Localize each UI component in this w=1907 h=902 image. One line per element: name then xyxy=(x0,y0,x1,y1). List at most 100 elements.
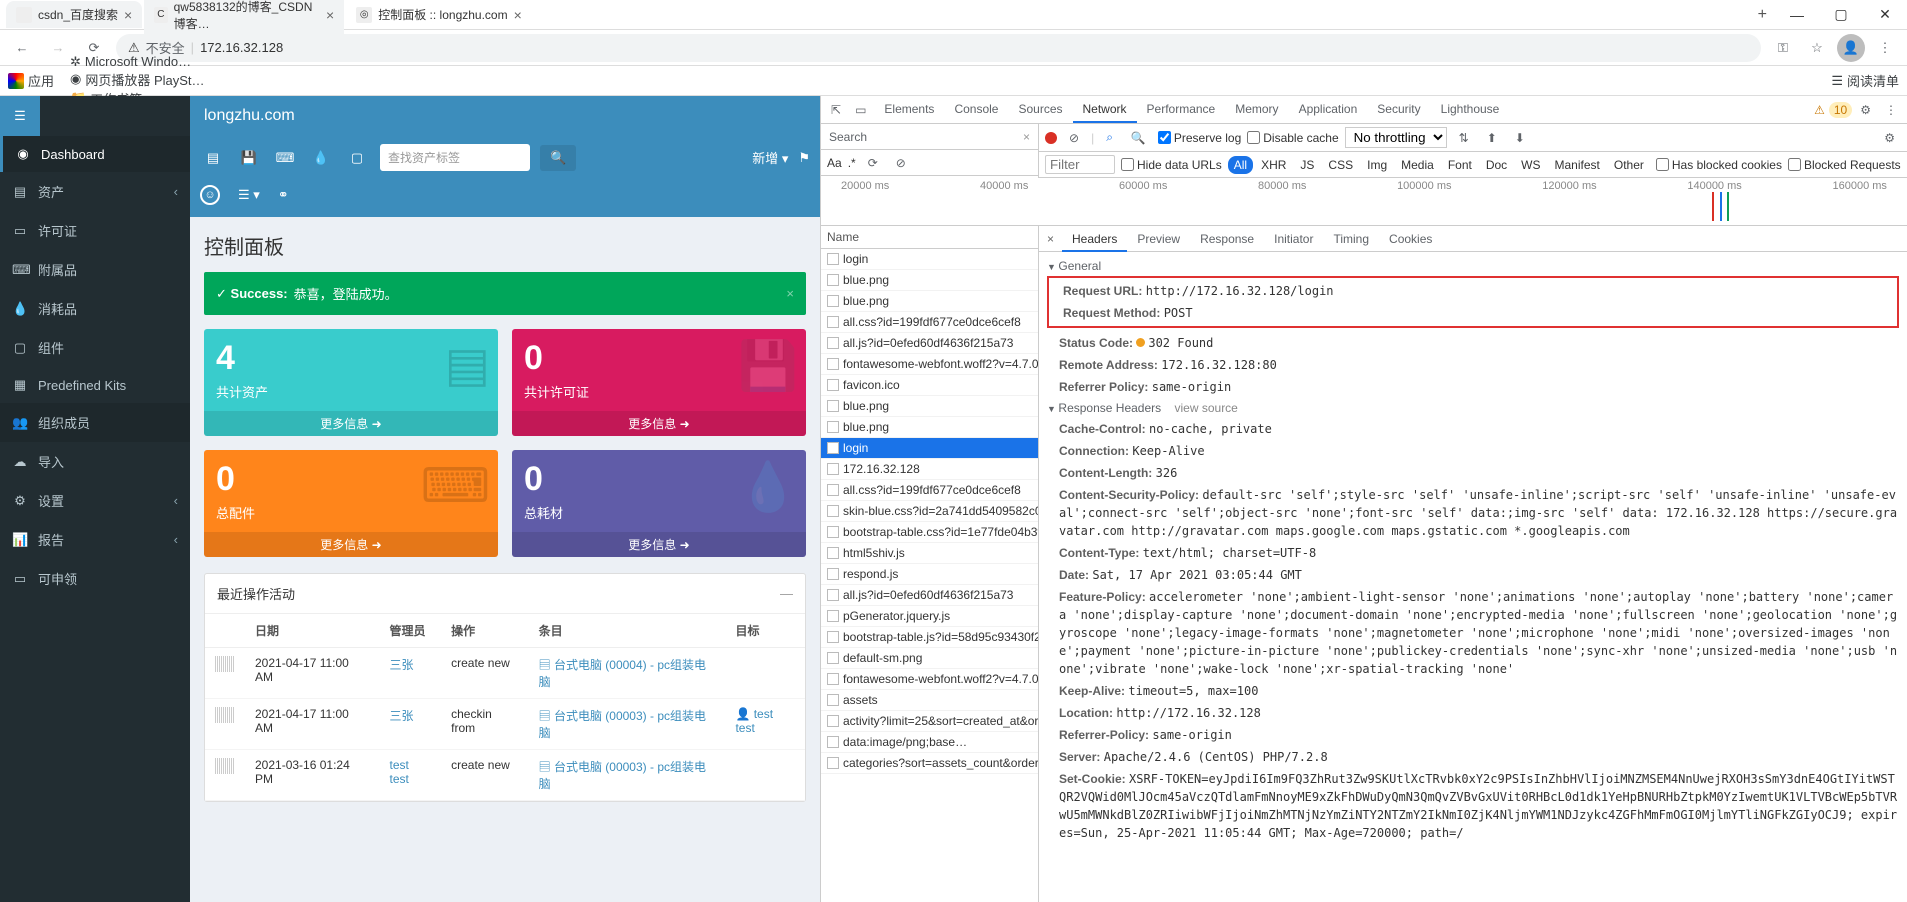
clear-button[interactable]: ⊘ xyxy=(1063,127,1085,149)
request-row[interactable]: skin-blue.css?id=2a741dd5409582c0af89 xyxy=(821,501,1038,522)
browser-tab[interactable]: csdn_百度搜索× xyxy=(6,1,142,28)
more-info-link[interactable]: 更多信息 ➜ xyxy=(204,532,498,557)
more-info-link[interactable]: 更多信息 ➜ xyxy=(512,532,806,557)
request-row[interactable]: login xyxy=(821,249,1038,270)
bookmark-item[interactable]: ◉ 网页播放器 PlaySt… xyxy=(70,70,205,89)
devtools-tab[interactable]: Application xyxy=(1289,97,1368,123)
filter-type[interactable]: JS xyxy=(1294,156,1320,174)
request-row[interactable]: 172.16.32.128 xyxy=(821,459,1038,480)
search-button[interactable]: 🔍 xyxy=(540,145,576,171)
request-row[interactable]: all.css?id=199fdf677ce0dce6cef8 xyxy=(821,480,1038,501)
admin-link[interactable]: test test xyxy=(390,758,409,786)
request-row[interactable]: all.css?id=199fdf677ce0dce6cef8 xyxy=(821,312,1038,333)
sidebar-item[interactable]: ▢组件 xyxy=(0,328,190,367)
request-row[interactable]: blue.png xyxy=(821,291,1038,312)
devtools-tab[interactable]: Performance xyxy=(1137,97,1226,123)
key-icon[interactable]: ⚿ xyxy=(1769,34,1797,62)
sidebar-item[interactable]: ◉Dashboard xyxy=(0,136,190,172)
blocked-requests-check[interactable]: Blocked Requests xyxy=(1788,158,1901,172)
browser-tab[interactable]: ◎控制面板 :: longzhu.com× xyxy=(346,1,532,28)
detail-tab[interactable]: Initiator xyxy=(1264,228,1323,250)
request-row[interactable]: assets xyxy=(821,690,1038,711)
tab-close[interactable]: × xyxy=(124,7,132,23)
request-row[interactable]: favicon.ico xyxy=(821,375,1038,396)
request-row[interactable]: fontawesome-webfont.woff2?v=4.7.0 xyxy=(821,669,1038,690)
notification-icon[interactable]: ⚑ xyxy=(798,150,810,166)
filter-type[interactable]: WS xyxy=(1515,156,1546,174)
filter-input[interactable] xyxy=(1045,155,1115,174)
item-link[interactable]: ▤ 台式电脑 (00003) - pc组装电脑 xyxy=(539,760,706,791)
name-column-header[interactable]: Name xyxy=(821,226,1038,249)
request-row[interactable]: categories?sort=assets_count&order=asc&o… xyxy=(821,753,1038,774)
nav-forward[interactable]: → xyxy=(44,34,72,62)
search-input[interactable]: 查找资产标签 xyxy=(380,144,530,171)
window-minimize[interactable]: — xyxy=(1775,1,1819,29)
sidebar-item[interactable]: ▭可申领 xyxy=(0,559,190,598)
request-row[interactable]: blue.png xyxy=(821,417,1038,438)
admin-link[interactable]: 三张 xyxy=(390,709,414,723)
request-row[interactable]: blue.png xyxy=(821,270,1038,291)
preserve-log-check[interactable]: Preserve log xyxy=(1158,131,1241,145)
omnibox[interactable]: ⚠ 不安全 | 172.16.32.128 xyxy=(116,34,1761,62)
request-row[interactable]: bootstrap-table.css?id=1e77fde04b3f42432… xyxy=(821,522,1038,543)
filter-type[interactable]: CSS xyxy=(1322,156,1359,174)
filter-type[interactable]: Other xyxy=(1608,156,1650,174)
tab-close[interactable]: × xyxy=(514,7,522,23)
menu-dropdown[interactable]: ☰ ▾ xyxy=(238,187,260,203)
profile-icon[interactable]: 👤 xyxy=(1837,34,1865,62)
avatar-icon[interactable]: ☺ xyxy=(200,185,220,205)
gear-icon[interactable]: ⚙ xyxy=(1878,127,1901,149)
record-button[interactable] xyxy=(1045,132,1057,144)
detail-tab[interactable]: Cookies xyxy=(1379,228,1442,250)
request-row[interactable]: default-sm.png xyxy=(821,648,1038,669)
request-row[interactable]: pGenerator.jquery.js xyxy=(821,606,1038,627)
more-icon[interactable]: ⋮ xyxy=(1879,99,1903,121)
devtools-tab[interactable]: Sources xyxy=(1008,97,1072,123)
sidebar-item[interactable]: ⌨附属品 xyxy=(0,250,190,289)
devtools-tab[interactable]: Security xyxy=(1367,97,1430,123)
filter-type[interactable]: Doc xyxy=(1480,156,1513,174)
window-maximize[interactable]: ▢ xyxy=(1819,1,1863,29)
request-row[interactable]: all.js?id=0efed60df4636f215a73 xyxy=(821,333,1038,354)
request-row[interactable]: all.js?id=0efed60df4636f215a73 xyxy=(821,585,1038,606)
devtools-tab[interactable]: Memory xyxy=(1225,97,1288,123)
filter-type[interactable]: Font xyxy=(1442,156,1478,174)
save-icon[interactable]: 💾 xyxy=(236,150,262,166)
devtools-tab[interactable]: Network xyxy=(1073,97,1137,123)
detail-tab[interactable]: Preview xyxy=(1127,228,1190,250)
search-icon[interactable]: 🔍 xyxy=(1125,127,1152,149)
blocked-cookies-check[interactable]: Has blocked cookies xyxy=(1656,158,1782,172)
devtools-tab[interactable]: Console xyxy=(944,97,1008,123)
tab-close[interactable]: × xyxy=(326,7,334,23)
window-close[interactable]: ✕ xyxy=(1863,1,1907,29)
request-row[interactable]: activity?limit=25&sort=created_at&order=… xyxy=(821,711,1038,732)
more-info-link[interactable]: 更多信息 ➜ xyxy=(204,411,498,436)
new-tab-button[interactable]: + xyxy=(1750,2,1775,28)
hide-data-urls[interactable]: Hide data URLs xyxy=(1121,158,1222,172)
wifi-icon[interactable]: ⇅ xyxy=(1453,127,1475,149)
view-source-link[interactable]: view source xyxy=(1175,401,1238,415)
filter-type[interactable]: Manifest xyxy=(1549,156,1606,174)
item-link[interactable]: ▤ 台式电脑 (00003) - pc组装电脑 xyxy=(539,709,706,740)
devtools-tab[interactable]: Elements xyxy=(874,97,944,123)
new-button[interactable]: 新增 ▾ xyxy=(752,148,788,167)
detail-close[interactable]: × xyxy=(1039,228,1062,250)
filter-type[interactable]: Media xyxy=(1395,156,1440,174)
sidebar-item[interactable]: ▭许可证 xyxy=(0,211,190,250)
aa-toggle[interactable]: Aa xyxy=(827,156,842,170)
search-clear[interactable]: ⊘ xyxy=(890,152,912,174)
target-link[interactable]: 👤 test test xyxy=(735,707,773,735)
detail-tab[interactable]: Response xyxy=(1190,228,1264,250)
sidebar-item[interactable]: 📊报告‹ xyxy=(0,520,190,559)
inspect-icon[interactable]: ⇱ xyxy=(825,99,847,121)
more-info-link[interactable]: 更多信息 ➜ xyxy=(512,411,806,436)
column-header[interactable]: 日期 xyxy=(245,614,380,648)
request-row[interactable]: blue.png xyxy=(821,396,1038,417)
column-header[interactable]: 管理员 xyxy=(380,614,442,648)
sidebar-item[interactable]: ⚙设置‹ xyxy=(0,481,190,520)
filter-type[interactable]: XHR xyxy=(1255,156,1292,174)
star-icon[interactable]: ☆ xyxy=(1803,34,1831,62)
response-headers-section[interactable]: Response Headers view source xyxy=(1047,398,1899,418)
filter-type[interactable]: Img xyxy=(1361,156,1393,174)
filter-type[interactable]: All xyxy=(1228,156,1253,174)
